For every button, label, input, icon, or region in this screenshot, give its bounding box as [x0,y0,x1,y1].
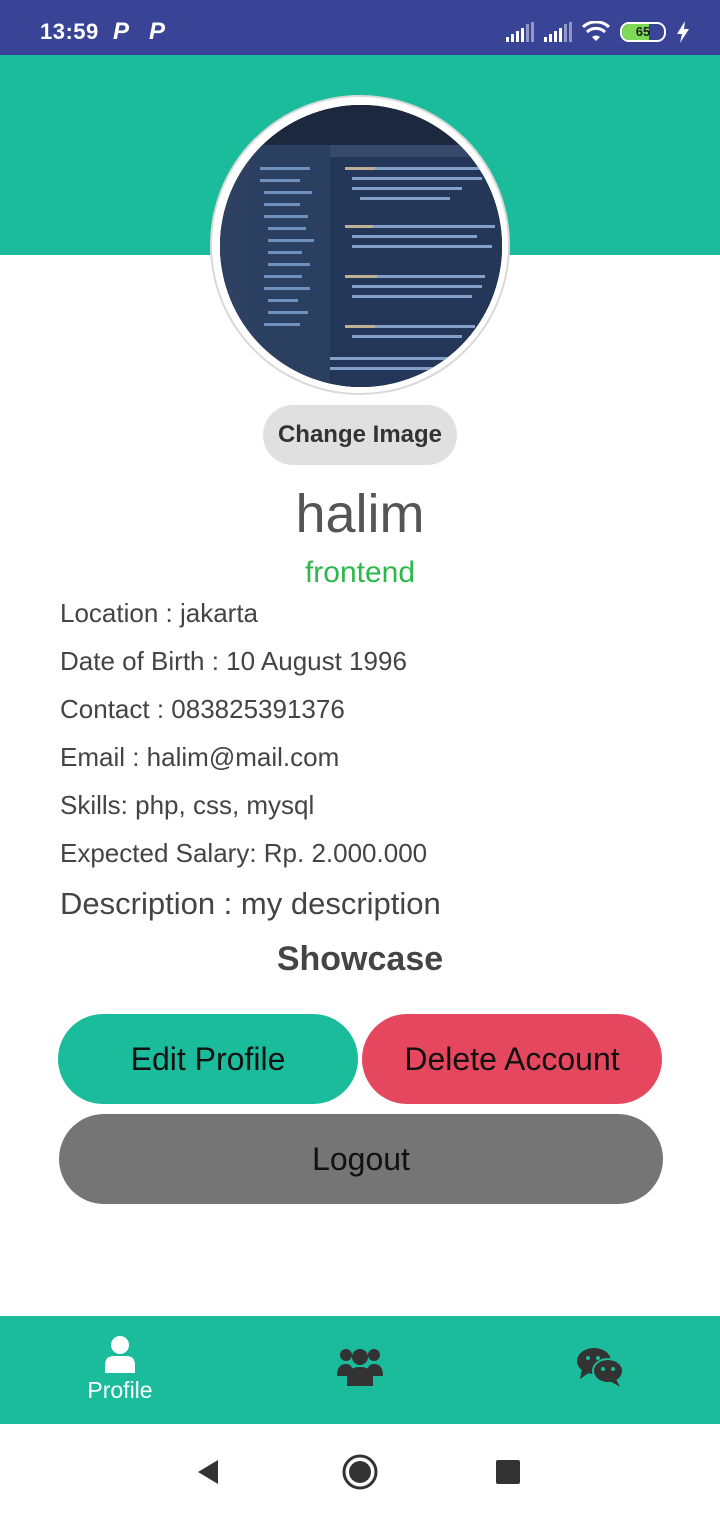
recents-icon[interactable] [496,1460,520,1484]
battery-level: 65 [635,24,651,39]
avatar-frame [210,95,510,395]
battery-icon: 65 [620,22,666,42]
delete-account-button[interactable]: Delete Account [362,1014,662,1104]
location-text: Location : jakarta [60,598,259,628]
contact-text: Contact : 083825391376 [60,694,345,724]
home-icon[interactable] [341,1453,379,1491]
profile-name: halim [295,484,425,544]
nav-item-profile[interactable]: Profile [40,1316,200,1424]
expected-salary-text: Expected Salary: Rp. 2.000.000 [60,838,428,868]
avatar-photo-code-editor [220,105,502,387]
parking-notification-icon: P [113,18,130,45]
parking-notification-icon: P [149,18,166,45]
description-text: Description : my description [60,886,441,921]
skills-text: Skills: php, css, mysql [60,790,315,820]
change-image-button[interactable]: Change Image [263,405,457,465]
nav-item-users[interactable] [280,1316,440,1424]
profile-role: frontend [304,556,416,589]
date-of-birth-text: Date of Birth : 10 August 1996 [60,646,407,676]
bottom-navigation: Profile [0,1316,720,1424]
system-navigation-bar [0,1424,720,1520]
nav-item-chat[interactable] [520,1316,680,1424]
back-icon[interactable] [196,1458,220,1486]
status-time: 13:59 [40,19,99,44]
showcase-title: Showcase [276,940,444,978]
avatar [220,105,502,387]
chat-icon [577,1348,624,1387]
email-text: Email : halim@mail.com [60,742,340,772]
logout-button[interactable]: Logout [59,1114,663,1204]
edit-profile-button[interactable]: Edit Profile [58,1014,358,1104]
charging-bolt-icon [677,21,689,43]
status-bar: 13:59 P P 65 [0,0,720,55]
users-group-icon [337,1349,383,1386]
signal-icon [506,22,534,42]
signal-icon [544,22,572,42]
status-icons: 65 [506,20,690,44]
user-icon [105,1336,135,1373]
nav-item-label: Profile [87,1377,153,1403]
wifi-icon [582,21,610,41]
